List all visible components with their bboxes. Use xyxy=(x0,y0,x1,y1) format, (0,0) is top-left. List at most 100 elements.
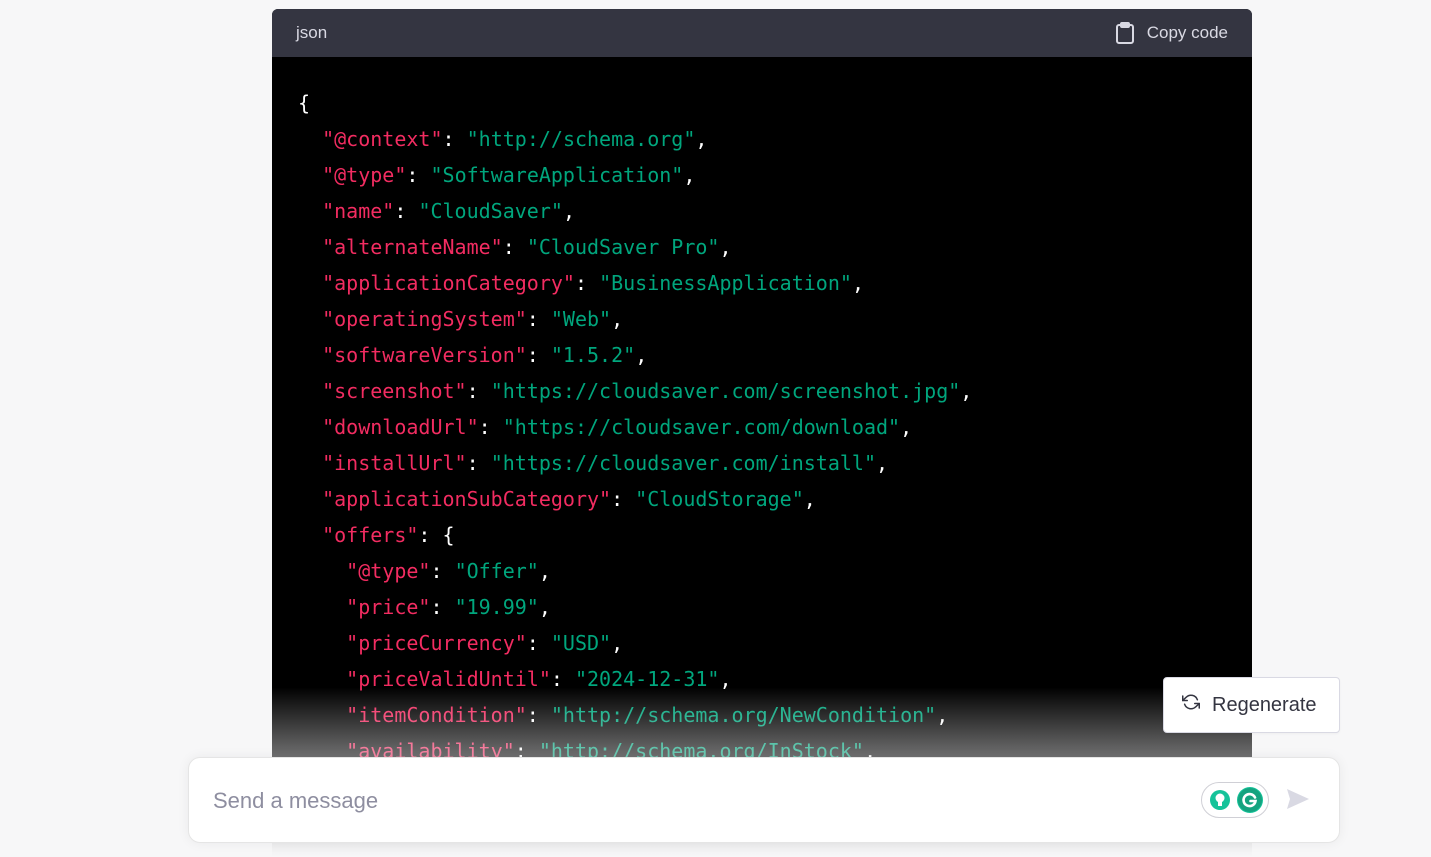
code-key: "softwareVersion" xyxy=(322,343,527,367)
code-punct: , xyxy=(562,199,575,223)
code-line: "applicationSubCategory": "CloudStorage"… xyxy=(298,481,1252,517)
extension-pill[interactable] xyxy=(1201,782,1269,818)
code-string: "http://schema.org/NewCondition" xyxy=(550,703,937,727)
code-string: "CloudSaver" xyxy=(418,199,563,223)
regenerate-button[interactable]: Regenerate xyxy=(1163,677,1340,733)
code-punct xyxy=(298,595,346,619)
code-key: "operatingSystem" xyxy=(322,307,527,331)
code-punct: : { xyxy=(418,523,455,547)
code-punct: , xyxy=(936,703,949,727)
code-string: "SoftwareApplication" xyxy=(430,163,684,187)
code-line: "itemCondition": "http://schema.org/NewC… xyxy=(298,697,1252,733)
code-key: "screenshot" xyxy=(322,379,467,403)
send-icon xyxy=(1285,787,1311,816)
code-punct xyxy=(298,487,322,511)
code-key: "@type" xyxy=(322,163,407,187)
code-punct: : xyxy=(526,631,551,655)
code-punct xyxy=(298,703,346,727)
code-punct: : xyxy=(406,163,431,187)
chat-page: json Copy code { "@context": "http://sch… xyxy=(0,0,1431,857)
code-key: "@context" xyxy=(322,127,443,151)
code-punct xyxy=(298,343,322,367)
code-punct xyxy=(298,559,346,583)
code-key: "installUrl" xyxy=(322,451,467,475)
code-line: "alternateName": "CloudSaver Pro", xyxy=(298,229,1252,265)
code-line: "operatingSystem": "Web", xyxy=(298,301,1252,337)
code-punct: : xyxy=(430,559,455,583)
code-punct xyxy=(298,271,322,295)
code-punct: : xyxy=(442,127,467,151)
code-line: "name": "CloudSaver", xyxy=(298,193,1252,229)
code-punct: : xyxy=(526,703,551,727)
code-punct: , xyxy=(876,451,889,475)
code-punct xyxy=(298,127,322,151)
code-key: "alternateName" xyxy=(322,235,503,259)
code-punct xyxy=(298,667,346,691)
code-punct: , xyxy=(719,667,732,691)
regenerate-label: Regenerate xyxy=(1212,693,1317,716)
code-string: "CloudStorage" xyxy=(635,487,804,511)
code-key: "price" xyxy=(346,595,431,619)
code-key: "priceValidUntil" xyxy=(346,667,551,691)
grammarly-icon[interactable] xyxy=(1237,787,1263,813)
code-punct: : xyxy=(611,487,636,511)
code-punct xyxy=(298,451,322,475)
code-punct: : xyxy=(526,307,551,331)
code-string: "CloudSaver Pro" xyxy=(526,235,720,259)
code-key: "name" xyxy=(322,199,395,223)
code-key: "priceCurrency" xyxy=(346,631,527,655)
code-key: "offers" xyxy=(322,523,419,547)
code-line: "price": "19.99", xyxy=(298,589,1252,625)
send-button[interactable] xyxy=(1283,786,1313,816)
code-string: "Web" xyxy=(550,307,612,331)
code-punct xyxy=(298,199,322,223)
message-input[interactable] xyxy=(213,784,1173,818)
code-punct xyxy=(298,523,322,547)
refresh-icon xyxy=(1182,693,1200,717)
code-line: { xyxy=(298,85,1252,121)
code-punct: , xyxy=(695,127,708,151)
code-string: "USD" xyxy=(550,631,612,655)
code-line: "priceCurrency": "USD", xyxy=(298,625,1252,661)
code-line: "downloadUrl": "https://cloudsaver.com/d… xyxy=(298,409,1252,445)
code-line: "applicationCategory": "BusinessApplicat… xyxy=(298,265,1252,301)
code-string: "1.5.2" xyxy=(550,343,636,367)
code-block-header: json Copy code xyxy=(272,9,1252,57)
code-punct: , xyxy=(851,271,864,295)
code-string: "2024-12-31" xyxy=(574,667,720,691)
code-line: "@context": "http://schema.org", xyxy=(298,121,1252,157)
code-line: "offers": { xyxy=(298,517,1252,553)
code-string: "Offer" xyxy=(454,559,539,583)
code-line: "softwareVersion": "1.5.2", xyxy=(298,337,1252,373)
code-punct: , xyxy=(960,379,973,403)
code-language-label: json xyxy=(296,23,328,42)
code-punct xyxy=(298,631,346,655)
code-key: "itemCondition" xyxy=(346,703,527,727)
code-block: json Copy code { "@context": "http://sch… xyxy=(272,9,1252,857)
code-punct xyxy=(298,163,322,187)
code-string: "https://cloudsaver.com/install" xyxy=(490,451,876,475)
code-punct: : xyxy=(574,271,600,295)
code-punct: : xyxy=(550,667,575,691)
code-punct xyxy=(298,307,322,331)
code-string: "19.99" xyxy=(454,595,539,619)
code-punct: , xyxy=(611,307,624,331)
message-composer xyxy=(188,757,1340,843)
code-punct: : xyxy=(466,451,491,475)
code-punct xyxy=(298,379,322,403)
code-punct: , xyxy=(900,415,913,439)
code-punct: : xyxy=(466,379,491,403)
code-string: "https://cloudsaver.com/download" xyxy=(502,415,901,439)
code-string: "BusinessApplication" xyxy=(599,271,852,295)
code-punct: , xyxy=(611,631,624,655)
code-content: { "@context": "http://schema.org", "@typ… xyxy=(272,57,1252,769)
code-string: "http://schema.org" xyxy=(466,127,696,151)
code-line: "@type": "Offer", xyxy=(298,553,1252,589)
code-punct: , xyxy=(538,595,551,619)
lightbulb-icon[interactable] xyxy=(1207,787,1233,813)
copy-code-button[interactable]: Copy code xyxy=(1115,22,1228,44)
code-punct: : xyxy=(394,199,419,223)
code-punct xyxy=(298,415,322,439)
code-punct: , xyxy=(803,487,816,511)
copy-code-label: Copy code xyxy=(1146,23,1228,42)
